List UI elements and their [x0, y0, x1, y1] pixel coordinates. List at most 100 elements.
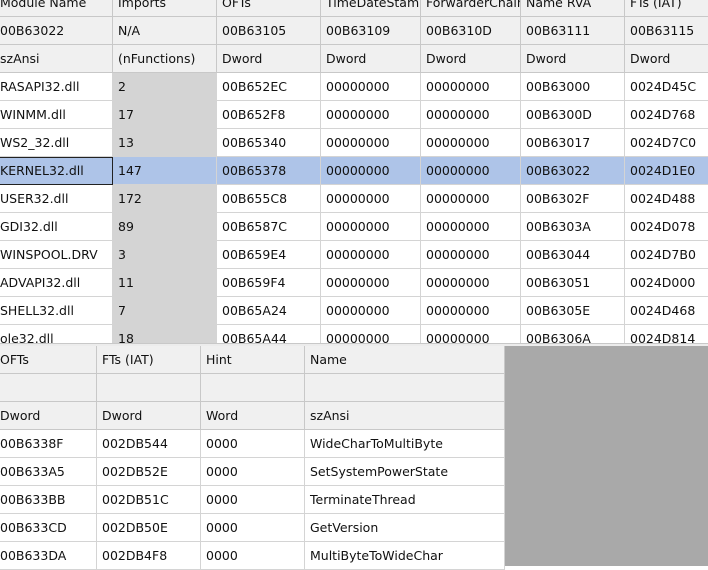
module-cell[interactable]: 00B6305E	[521, 297, 625, 325]
module-header-cell[interactable]: 00B63109	[321, 17, 421, 45]
module-cell[interactable]: 13	[113, 129, 217, 157]
function-header-cell[interactable]: szAnsi	[305, 402, 505, 430]
module-cell[interactable]: 00B65A24	[217, 297, 321, 325]
module-header-cell[interactable]: Module Name	[0, 0, 113, 17]
module-cell[interactable]: 00000000	[321, 269, 421, 297]
module-header-cell[interactable]: Imports	[113, 0, 217, 17]
module-header-cell[interactable]: Dword	[625, 45, 708, 73]
module-row[interactable]: GDI32.dll 89 00B6587C 00000000 00000000 00B63…	[0, 213, 708, 241]
module-cell[interactable]: 00B63017	[521, 129, 625, 157]
module-cell[interactable]: 89	[113, 213, 217, 241]
module-cell[interactable]: 00000000	[421, 185, 521, 213]
module-cell[interactable]: 00000000	[321, 73, 421, 101]
module-cell[interactable]: 00000000	[421, 101, 521, 129]
module-cell[interactable]: 17	[113, 101, 217, 129]
function-header-cell[interactable]: OFTs	[0, 346, 97, 374]
module-row[interactable]: RASAPI32.dll 2 00B652EC 00000000 00000000 00B…	[0, 73, 708, 101]
module-cell[interactable]: 172	[113, 185, 217, 213]
module-header-cell[interactable]: 00B63111	[521, 17, 625, 45]
function-cell[interactable]: 00B633CD	[0, 514, 97, 542]
module-cell[interactable]: 00000000	[321, 241, 421, 269]
module-cell[interactable]: WINSPOOL.DRV	[0, 241, 113, 269]
module-row[interactable]: SHELL32.dll 7 00B65A24 00000000 00000000 00B6…	[0, 297, 708, 325]
module-row[interactable]: KERNEL32.dll 147 00B65378 00000000 00000000 0…	[0, 157, 708, 185]
module-cell[interactable]: WS2_32.dll	[0, 129, 113, 157]
module-cell[interactable]: 00000000	[421, 213, 521, 241]
function-header-cell[interactable]: Word	[201, 402, 305, 430]
module-cell[interactable]: 0024D000	[625, 269, 708, 297]
module-cell[interactable]: 0024D45C	[625, 73, 708, 101]
module-cell[interactable]: 00000000	[421, 157, 521, 185]
module-cell[interactable]: 00B65378	[217, 157, 321, 185]
module-cell[interactable]: RASAPI32.dll	[0, 73, 113, 101]
module-cell[interactable]: 00000000	[421, 241, 521, 269]
module-cell[interactable]: 0024D468	[625, 297, 708, 325]
module-cell[interactable]: USER32.dll	[0, 185, 113, 213]
module-cell[interactable]: 00B6587C	[217, 213, 321, 241]
module-header-cell[interactable]: 00B6310D	[421, 17, 521, 45]
function-header-cell[interactable]	[305, 374, 505, 402]
module-cell[interactable]: GDI32.dll	[0, 213, 113, 241]
module-header-cell[interactable]: szAnsi	[0, 45, 113, 73]
module-header-cell[interactable]: OFTs	[217, 0, 321, 17]
module-cell[interactable]: 00B652F8	[217, 101, 321, 129]
module-cell[interactable]: 0024D078	[625, 213, 708, 241]
module-cell[interactable]: 00000000	[321, 101, 421, 129]
module-header-cell[interactable]: Dword	[321, 45, 421, 73]
function-cell[interactable]: TerminateThread	[305, 486, 505, 514]
module-cell[interactable]: 3	[113, 241, 217, 269]
module-cell[interactable]: 00B652EC	[217, 73, 321, 101]
module-header-cell[interactable]: FTs (IAT)	[625, 0, 708, 17]
module-cell[interactable]: 00B659F4	[217, 269, 321, 297]
function-cell[interactable]: GetVersion	[305, 514, 505, 542]
module-header-cell[interactable]: 00B63022	[0, 17, 113, 45]
module-row[interactable]: ADVAPI32.dll 11 00B659F4 00000000 00000000 00…	[0, 269, 708, 297]
module-cell[interactable]: 2	[113, 73, 217, 101]
module-header-cell[interactable]: 00B63115	[625, 17, 708, 45]
module-cell[interactable]: 0024D768	[625, 101, 708, 129]
function-cell[interactable]: 0000	[201, 514, 305, 542]
module-cell[interactable]: 0024D1E0	[625, 157, 708, 185]
module-header-cell[interactable]: Dword	[217, 45, 321, 73]
module-cell[interactable]: 00B63000	[521, 73, 625, 101]
function-cell[interactable]: 002DB544	[97, 430, 201, 458]
module-cell[interactable]: 00B65340	[217, 129, 321, 157]
module-cell[interactable]: 00000000	[321, 157, 421, 185]
module-cell[interactable]: 00000000	[421, 297, 521, 325]
function-header-cell[interactable]	[201, 374, 305, 402]
module-cell[interactable]: 00B6303A	[521, 213, 625, 241]
function-cell[interactable]: 0000	[201, 458, 305, 486]
module-cell[interactable]: 00000000	[321, 129, 421, 157]
function-cell[interactable]: SetSystemPowerState	[305, 458, 505, 486]
module-cell[interactable]: ADVAPI32.dll	[0, 269, 113, 297]
function-cell[interactable]: 002DB50E	[97, 514, 201, 542]
module-cell[interactable]: 00B6300D	[521, 101, 625, 129]
module-row[interactable]: WINMM.dll 17 00B652F8 00000000 00000000 00B63…	[0, 101, 708, 129]
function-header-cell[interactable]	[0, 374, 97, 402]
module-cell[interactable]: 00000000	[321, 185, 421, 213]
function-header-cell[interactable]: Dword	[97, 402, 201, 430]
module-row[interactable]: USER32.dll 172 00B655C8 00000000 00000000 00B…	[0, 185, 708, 213]
function-cell[interactable]: 0000	[201, 486, 305, 514]
function-row[interactable]: 00B6338F 002DB544 0000 WideCharToMultiByte	[0, 430, 505, 458]
function-header-cell[interactable]	[97, 374, 201, 402]
module-cell[interactable]: KERNEL32.dll	[0, 157, 113, 185]
function-header-cell[interactable]: Hint	[201, 346, 305, 374]
module-cell[interactable]: SHELL32.dll	[0, 297, 113, 325]
module-cell[interactable]: 7	[113, 297, 217, 325]
module-cell[interactable]: 00B6302F	[521, 185, 625, 213]
module-cell[interactable]: 00B659E4	[217, 241, 321, 269]
function-row[interactable]: 00B633CD 002DB50E 0000 GetVersion	[0, 514, 505, 542]
module-header-cell[interactable]: Name RVA	[521, 0, 625, 17]
function-row[interactable]: 00B633BB 002DB51C 0000 TerminateThread	[0, 486, 505, 514]
module-cell[interactable]: 0024D7B0	[625, 241, 708, 269]
module-header-cell[interactable]: (nFunctions)	[113, 45, 217, 73]
function-cell[interactable]: 00B633BB	[0, 486, 97, 514]
function-header-cell[interactable]: FTs (IAT)	[97, 346, 201, 374]
module-header-cell[interactable]: N/A	[113, 17, 217, 45]
module-header-cell[interactable]: ForwarderChain	[421, 0, 521, 17]
function-cell[interactable]: 0000	[201, 430, 305, 458]
module-cell[interactable]: 00B655C8	[217, 185, 321, 213]
module-cell[interactable]: 0024D488	[625, 185, 708, 213]
module-header-cell[interactable]: 00B63105	[217, 17, 321, 45]
